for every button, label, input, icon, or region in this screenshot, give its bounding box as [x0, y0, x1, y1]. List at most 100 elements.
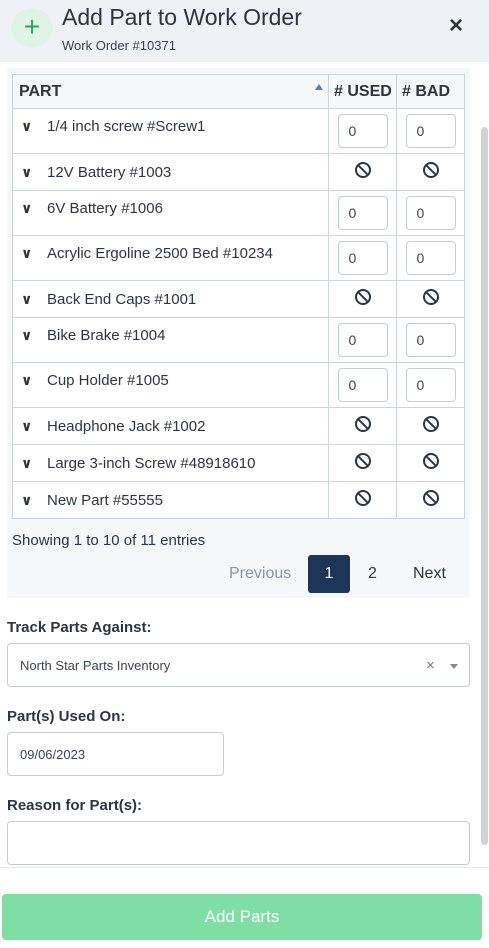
bad-cell: [396, 280, 465, 318]
table-row: ∨ Cup Holder #1005: [12, 362, 465, 408]
table-row: ∨ Large 3-inch Screw #48918610: [12, 444, 465, 482]
not-allowed-icon: [422, 453, 439, 469]
plus-icon[interactable]: +: [11, 8, 53, 48]
part-cell: ∨ Headphone Jack #1002: [12, 407, 329, 445]
part-name: 12V Battery #1003: [47, 163, 172, 181]
column-header-part[interactable]: PART: [12, 74, 329, 109]
chevron-down-icon[interactable]: ∨: [21, 327, 35, 344]
part-name: Acrylic Ergoline 2500 Bed #10234: [47, 245, 273, 262]
chevron-down-icon[interactable]: ∨: [21, 118, 35, 135]
used-quantity-input[interactable]: [337, 323, 388, 357]
bad-cell: [396, 153, 465, 191]
modal-title: Add Part to Work Order: [62, 4, 302, 30]
part-cell: ∨ Back End Caps #1001: [12, 280, 329, 318]
column-header-used[interactable]: # USED: [328, 74, 397, 109]
sort-ascending-icon: [315, 84, 323, 90]
part-name: Back End Caps #1001: [47, 290, 197, 308]
used-quantity-input[interactable]: [337, 241, 388, 275]
reason-input[interactable]: [7, 821, 470, 865]
part-name: 6V Battery #1006: [47, 200, 163, 217]
used-cell: [328, 153, 397, 191]
column-header-bad[interactable]: # BAD: [396, 74, 465, 109]
chevron-down-icon[interactable]: ∨: [21, 492, 35, 509]
bad-cell: [396, 317, 465, 363]
bad-quantity-input[interactable]: [405, 368, 456, 402]
not-allowed-icon: [422, 289, 439, 305]
used-on-date-field[interactable]: 09/06/2023: [7, 732, 224, 776]
reason-label: Reason for Part(s):: [7, 797, 143, 814]
not-allowed-icon: [422, 416, 439, 432]
bad-cell: [396, 190, 465, 236]
work-order-subtitle: Work Order #10371: [62, 38, 176, 53]
track-parts-label: Track Parts Against:: [7, 619, 152, 636]
not-allowed-icon: [354, 289, 371, 305]
part-name: Large 3-inch Screw #48918610: [47, 454, 256, 472]
used-cell: [328, 444, 397, 482]
table-row: ∨ 6V Battery #1006: [12, 190, 465, 236]
part-cell: ∨ Bike Brake #1004: [12, 317, 329, 363]
bad-cell: [396, 362, 465, 408]
not-allowed-icon: [354, 416, 371, 432]
modal-header: + Add Part to Work Order Work Order #103…: [0, 0, 489, 62]
part-cell: ∨ New Part #55555: [12, 481, 329, 519]
chevron-down-icon[interactable]: [450, 664, 458, 669]
used-on-label: Part(s) Used On:: [7, 708, 126, 725]
not-allowed-icon: [422, 162, 439, 178]
used-cell: [328, 108, 397, 154]
table-row: ∨ Headphone Jack #1002: [12, 407, 465, 445]
used-on-date-value: 09/06/2023: [20, 747, 86, 762]
used-cell: [328, 190, 397, 236]
bad-quantity-input[interactable]: [405, 323, 456, 357]
chevron-down-icon[interactable]: ∨: [21, 200, 35, 217]
used-quantity-input[interactable]: [337, 368, 388, 402]
used-cell: [328, 317, 397, 363]
not-allowed-icon: [422, 490, 439, 506]
chevron-down-icon[interactable]: ∨: [21, 418, 35, 435]
bad-quantity-input[interactable]: [405, 114, 456, 148]
part-name: Headphone Jack #1002: [47, 417, 206, 435]
used-quantity-input[interactable]: [337, 196, 388, 230]
bad-cell: [396, 444, 465, 482]
pagination-page-2[interactable]: 2: [368, 565, 377, 583]
chevron-down-icon[interactable]: ∨: [21, 291, 35, 308]
part-name: Bike Brake #1004: [47, 327, 166, 344]
part-cell: ∨ Cup Holder #1005: [12, 362, 329, 408]
bad-quantity-input[interactable]: [405, 241, 456, 275]
table-row: ∨ 12V Battery #1003: [12, 153, 465, 191]
used-cell: [328, 280, 397, 318]
used-cell: [328, 481, 397, 519]
bad-cell: [396, 108, 465, 154]
bad-cell: [396, 235, 465, 281]
chevron-down-icon[interactable]: ∨: [21, 164, 35, 181]
chevron-down-icon[interactable]: ∨: [21, 372, 35, 389]
clear-icon[interactable]: ×: [426, 657, 435, 674]
used-cell: [328, 362, 397, 408]
pagination-page-1[interactable]: 1: [308, 555, 350, 593]
table-row: ∨ Acrylic Ergoline 2500 Bed #10234: [12, 235, 465, 281]
add-parts-button[interactable]: Add Parts: [2, 894, 482, 940]
table-row: ∨ Bike Brake #1004: [12, 317, 465, 363]
part-cell: ∨ Large 3-inch Screw #48918610: [12, 444, 329, 482]
chevron-down-icon[interactable]: ∨: [21, 245, 35, 262]
bad-quantity-input[interactable]: [405, 196, 456, 230]
track-parts-select[interactable]: North Star Parts Inventory ×: [7, 643, 470, 687]
track-parts-value: North Star Parts Inventory: [20, 658, 171, 673]
bad-cell: [396, 407, 465, 445]
close-icon[interactable]: ×: [449, 12, 463, 40]
part-cell: ∨ Acrylic Ergoline 2500 Bed #10234: [12, 235, 329, 281]
bad-cell: [396, 481, 465, 519]
pagination-previous-button[interactable]: Previous: [229, 565, 291, 583]
part-name: Cup Holder #1005: [47, 372, 169, 389]
pagination-next-button[interactable]: Next: [413, 565, 446, 583]
chevron-down-icon[interactable]: ∨: [21, 455, 35, 472]
not-allowed-icon: [354, 162, 371, 178]
part-cell: ∨ 1/4 inch screw #Screw1: [12, 108, 329, 154]
scrollbar[interactable]: [481, 127, 488, 845]
table-row: ∨ New Part #55555: [12, 481, 465, 519]
table-header-row: PART # USED # BAD: [12, 74, 465, 109]
parts-table: PART # USED # BAD ∨ 1/4 inch screw #Screw…: [12, 74, 465, 519]
used-quantity-input[interactable]: [337, 114, 388, 148]
part-name: 1/4 inch screw #Screw1: [47, 118, 206, 135]
pagination-summary: Showing 1 to 10 of 11 entries: [12, 532, 206, 549]
used-cell: [328, 235, 397, 281]
